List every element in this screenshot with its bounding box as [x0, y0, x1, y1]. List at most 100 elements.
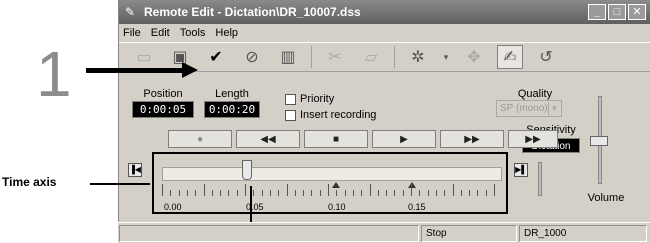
minimize-button[interactable]: _: [588, 4, 606, 20]
ruler-tick: [261, 190, 263, 196]
ruler-tick: [411, 184, 412, 196]
ruler-tick: [402, 190, 404, 196]
fast-forward-button[interactable]: ▶▶: [440, 130, 504, 148]
ruler-tick: [394, 190, 396, 196]
ruler-tick: [435, 190, 437, 196]
position-label: Position: [143, 88, 183, 100]
volume-slider-thumb[interactable]: [590, 136, 608, 146]
menu-help[interactable]: Help: [215, 27, 238, 39]
ruler-tick: [236, 190, 238, 196]
title-bar: ✎ Remote Edit - Dictation\DR_10007.dss _…: [119, 0, 650, 24]
toolbar: ▭ ▣ ✔ ⊘ ▥ ✂ ▱ ✲ ▾ ✥ ✍ ↺: [119, 42, 650, 72]
stop-button[interactable]: ■: [304, 130, 368, 148]
ruler-tick: [278, 190, 280, 196]
rewind-button[interactable]: ◀◀: [236, 130, 300, 148]
ruler-tick: [427, 190, 429, 196]
ruler-tick: [485, 190, 487, 196]
insert-recording-label: Insert recording: [300, 109, 377, 121]
position-display: 0:00:05: [132, 101, 194, 118]
ruler-tick: [352, 190, 354, 196]
priority-checkbox[interactable]: [285, 93, 296, 105]
toolbar-separator: [394, 46, 395, 68]
ruler-tick: [319, 190, 321, 196]
ruler-tick: [269, 190, 271, 196]
ruler-tick: [452, 184, 454, 196]
book-icon[interactable]: ▥: [275, 45, 301, 69]
menu-bar: File Edit Tools Help: [119, 24, 650, 42]
checkmark-icon[interactable]: ✔: [203, 45, 229, 69]
menu-edit[interactable]: Edit: [151, 27, 170, 39]
seek-thumb[interactable]: [242, 160, 252, 180]
speed-slider[interactable]: [538, 162, 542, 196]
volume-label: Volume: [587, 192, 625, 204]
status-bar: Stop DR_1000: [118, 222, 650, 243]
jump-start-button[interactable]: ▐◀: [128, 163, 142, 177]
edit-icon[interactable]: ✍: [497, 45, 523, 69]
step-number-callout: 1: [36, 38, 72, 110]
seek-track[interactable]: [162, 167, 502, 181]
ruler-tick: [444, 190, 446, 196]
ruler-tick: [344, 190, 346, 196]
new-icon[interactable]: ▭: [131, 45, 157, 69]
callout-arrow-head: [182, 62, 198, 78]
settings-icon[interactable]: ✲: [405, 45, 431, 69]
window-title: Remote Edit - Dictation\DR_10007.dss: [144, 5, 361, 19]
insert-recording-checkbox[interactable]: [285, 109, 296, 121]
skip-end-button[interactable]: ▶▶: [508, 130, 558, 148]
tick-label-1: 0.05: [246, 202, 264, 212]
undo-icon[interactable]: ↺: [533, 45, 559, 69]
time-axis-callout-line: [90, 183, 150, 185]
ruler-tick: [211, 190, 213, 196]
ruler-tick: [369, 184, 371, 196]
ruler-tick: [386, 190, 388, 196]
priority-option[interactable]: Priority: [285, 93, 334, 105]
window-controls: _ □ ✕: [588, 4, 646, 20]
ruler-tick: [162, 184, 163, 196]
rewind-icon: ◀◀: [260, 133, 276, 145]
ruler-tick: [220, 190, 222, 196]
circle-check-icon[interactable]: ⊘: [239, 45, 265, 69]
stop-icon: ■: [332, 133, 340, 145]
ruler-tick: [377, 190, 379, 196]
ruler-tick: [178, 190, 180, 196]
status-device: DR_1000: [519, 225, 647, 242]
ruler-tick: [361, 190, 363, 196]
ruler-tick: [494, 184, 495, 196]
toolbar-separator: [311, 46, 312, 68]
status-state: Stop: [421, 225, 517, 242]
status-cell-empty: [119, 225, 419, 242]
ruler-tick: [245, 184, 246, 196]
record-button[interactable]: ●: [168, 130, 232, 148]
maximize-button[interactable]: □: [608, 4, 626, 20]
ruler-tick: [303, 190, 305, 196]
ruler-tick: [469, 190, 471, 196]
pen-icon: ✎: [125, 5, 136, 19]
ruler-tick: [336, 190, 338, 196]
quality-value: SP (mono): [500, 103, 548, 114]
callout-arrow: [86, 68, 186, 73]
export-icon[interactable]: ✥: [461, 45, 487, 69]
ruler-tick: [477, 190, 479, 196]
ruler-tick: [328, 184, 329, 196]
ruler-tick: [311, 190, 313, 196]
play-button[interactable]: ▶: [372, 130, 436, 148]
paste-icon[interactable]: ▱: [358, 45, 384, 69]
menu-tools[interactable]: Tools: [180, 27, 206, 39]
ruler-tick: [170, 190, 172, 196]
jump-end-button[interactable]: ▶▌: [514, 163, 528, 177]
tick-label-3: 0.15: [408, 202, 426, 212]
tick-label-2: 0.10: [328, 202, 346, 212]
close-button[interactable]: ✕: [628, 4, 646, 20]
cut-icon[interactable]: ✂: [322, 45, 348, 69]
priority-label: Priority: [300, 93, 335, 105]
play-icon: ▶: [400, 133, 408, 145]
quality-select[interactable]: SP (mono) ▼: [496, 100, 562, 117]
insert-recording-option[interactable]: Insert recording: [285, 109, 376, 121]
menu-file[interactable]: File: [123, 27, 141, 39]
dropdown-icon[interactable]: ▾: [441, 45, 451, 69]
transport-controls: ● ◀◀ ■ ▶ ▶▶ ▶▶: [168, 130, 558, 148]
tick-marks: [162, 184, 502, 198]
ruler-tick: [203, 184, 205, 196]
length-display: 0:00:20: [204, 101, 260, 118]
tick-label-0: 0.00: [164, 202, 182, 212]
